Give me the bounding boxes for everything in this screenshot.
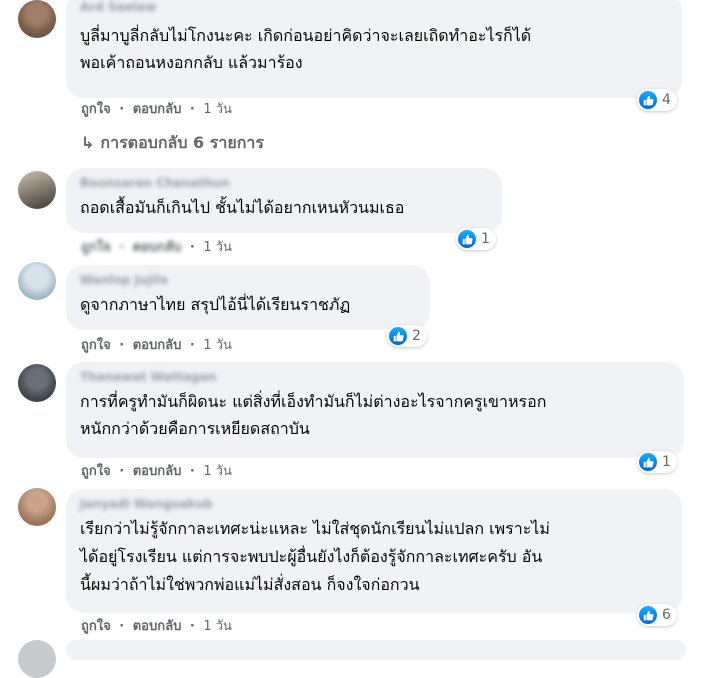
comment-text: การที่ครูทำมันก็ผิดนะ แต่สิ่งที่เอ็งทำมั… bbox=[80, 388, 670, 442]
avatar[interactable] bbox=[18, 640, 56, 678]
timestamp[interactable]: 1 วัน bbox=[203, 102, 232, 117]
comment-text: เรียกว่าไม่รู้จักกาละเทศะน่ะแหละ ไม่ใส่ช… bbox=[80, 515, 668, 599]
comment-bubble: Boonsaran Chanathun ถอดเสื้อมันก็เกินไป … bbox=[66, 168, 502, 233]
separator: · bbox=[119, 338, 125, 353]
separator: · bbox=[119, 102, 125, 117]
comment-author[interactable]: Thanawat Wattagan bbox=[80, 370, 670, 384]
reaction-count[interactable]: 2 bbox=[387, 325, 427, 347]
separator: · bbox=[119, 464, 125, 479]
like-icon bbox=[389, 327, 407, 345]
reaction-number: 6 bbox=[662, 607, 671, 623]
avatar[interactable] bbox=[18, 171, 56, 209]
comment-text: ดูจากภาษาไทย สรุปไอ้นี่ได้เรียนราชภัฏ bbox=[80, 291, 416, 318]
reaction-count[interactable]: 1 bbox=[637, 451, 677, 473]
reaction-count[interactable]: 1 bbox=[456, 228, 496, 250]
like-button[interactable]: ถูกใจ bbox=[81, 464, 111, 479]
view-replies-label: การตอบกลับ 6 รายการ bbox=[100, 133, 264, 152]
separator: · bbox=[189, 619, 195, 634]
comment-author[interactable]: Janyadi Wangsakub bbox=[80, 497, 668, 511]
comment-line: การที่ครูทำมันก็ผิดนะ แต่สิ่งที่เอ็งทำมั… bbox=[80, 392, 547, 411]
like-button[interactable]: ถูกใจ bbox=[81, 102, 111, 117]
reaction-number: 1 bbox=[662, 454, 671, 470]
like-button[interactable]: ถูกใจ bbox=[81, 240, 111, 255]
comment-actions: ถูกใจ · ตอบกลับ · 1 วัน bbox=[81, 463, 232, 481]
timestamp[interactable]: 1 วัน bbox=[203, 464, 232, 479]
like-icon bbox=[458, 230, 476, 248]
comment-actions: ถูกใจ · ตอบกลับ · 1 วัน bbox=[81, 337, 232, 355]
reaction-count[interactable]: 6 bbox=[637, 604, 677, 626]
comment-actions: ถูกใจ · ตอบกลับ · 1 วัน bbox=[81, 239, 232, 257]
comment-line: เรียกว่าไม่รู้จักกาละเทศะน่ะแหละ ไม่ใส่ช… bbox=[80, 519, 550, 538]
comment-line: พอเค้าถอนหงอกกลับ แล้วมาร้อง bbox=[80, 53, 303, 72]
like-button[interactable]: ถูกใจ bbox=[81, 338, 111, 353]
comment-line: ถอดเสื้อมันก็เกินไป ชั้นไม่ได้อยากเหนหัว… bbox=[80, 198, 405, 217]
like-icon bbox=[639, 453, 657, 471]
comment-bubble: Ard Saelaw บูลี่มาบูลี่กลับไม่โกงนะคะ เก… bbox=[66, 0, 682, 98]
reaction-number: 2 bbox=[412, 328, 421, 344]
avatar[interactable] bbox=[18, 0, 56, 38]
comment-line: ดูจากภาษาไทย สรุปไอ้นี่ได้เรียนราชภัฏ bbox=[80, 295, 351, 314]
reply-button[interactable]: ตอบกลับ bbox=[133, 619, 182, 634]
comment-text: ถอดเสื้อมันก็เกินไป ชั้นไม่ได้อยากเหนหัว… bbox=[80, 194, 488, 221]
separator: · bbox=[189, 338, 195, 353]
comment-bubble: Wanlop Jujila ดูจากภาษาไทย สรุปไอ้นี่ได้… bbox=[66, 265, 430, 330]
comment-text: บูลี่มาบูลี่กลับไม่โกงนะคะ เกิดก่อนอย่าค… bbox=[80, 22, 668, 76]
timestamp[interactable]: 1 วัน bbox=[203, 240, 232, 255]
reaction-number: 1 bbox=[481, 231, 490, 247]
comment-bubble: Thanawat Wattagan การที่ครูทำมันก็ผิดนะ … bbox=[66, 362, 684, 458]
comment-author[interactable]: Ard Saelaw bbox=[80, 0, 668, 14]
comment-line: ได้อยู่โรงเรียน แต่การจะพบปะผู้อื่นยังไง… bbox=[80, 547, 543, 566]
reply-button[interactable]: ตอบกลับ bbox=[133, 102, 182, 117]
comment-line: หนักกว่าด้วยคือการเหยียดสถาบัน bbox=[80, 419, 310, 438]
avatar[interactable] bbox=[18, 488, 56, 526]
comment-author[interactable]: Boonsaran Chanathun bbox=[80, 176, 488, 190]
reaction-count[interactable]: 4 bbox=[637, 89, 677, 111]
comment-author[interactable]: Wanlop Jujila bbox=[80, 273, 416, 287]
comment-bubble bbox=[66, 640, 686, 660]
comment-bubble: Janyadi Wangsakub เรียกว่าไม่รู้จักกาละเ… bbox=[66, 489, 682, 613]
avatar[interactable] bbox=[18, 262, 56, 300]
comment-line: นี้ผมว่าถ้าไม่ใช่พวกพ่อแม่ไม่สั่งสอน ก็จ… bbox=[80, 575, 420, 594]
comment-actions: ถูกใจ · ตอบกลับ · 1 วัน bbox=[81, 101, 232, 119]
like-button[interactable]: ถูกใจ bbox=[81, 619, 111, 634]
reply-button[interactable]: ตอบกลับ bbox=[133, 464, 182, 479]
comment-actions: ถูกใจ · ตอบกลับ · 1 วัน bbox=[81, 618, 232, 636]
timestamp[interactable]: 1 วัน bbox=[203, 338, 232, 353]
avatar[interactable] bbox=[18, 364, 56, 402]
separator: · bbox=[119, 240, 125, 255]
separator: · bbox=[189, 240, 195, 255]
like-icon bbox=[639, 606, 657, 624]
separator: · bbox=[189, 102, 195, 117]
reaction-number: 4 bbox=[662, 92, 671, 108]
comment-line: บูลี่มาบูลี่กลับไม่โกงนะคะ เกิดก่อนอย่าค… bbox=[80, 26, 532, 45]
separator: · bbox=[119, 619, 125, 634]
reply-arrow-icon: ↳ bbox=[81, 133, 95, 152]
view-replies-link[interactable]: ↳ การตอบกลับ 6 รายการ bbox=[81, 131, 264, 156]
reply-button[interactable]: ตอบกลับ bbox=[133, 240, 182, 255]
separator: · bbox=[189, 464, 195, 479]
reply-button[interactable]: ตอบกลับ bbox=[133, 338, 182, 353]
like-icon bbox=[639, 91, 657, 109]
timestamp[interactable]: 1 วัน bbox=[203, 619, 232, 634]
